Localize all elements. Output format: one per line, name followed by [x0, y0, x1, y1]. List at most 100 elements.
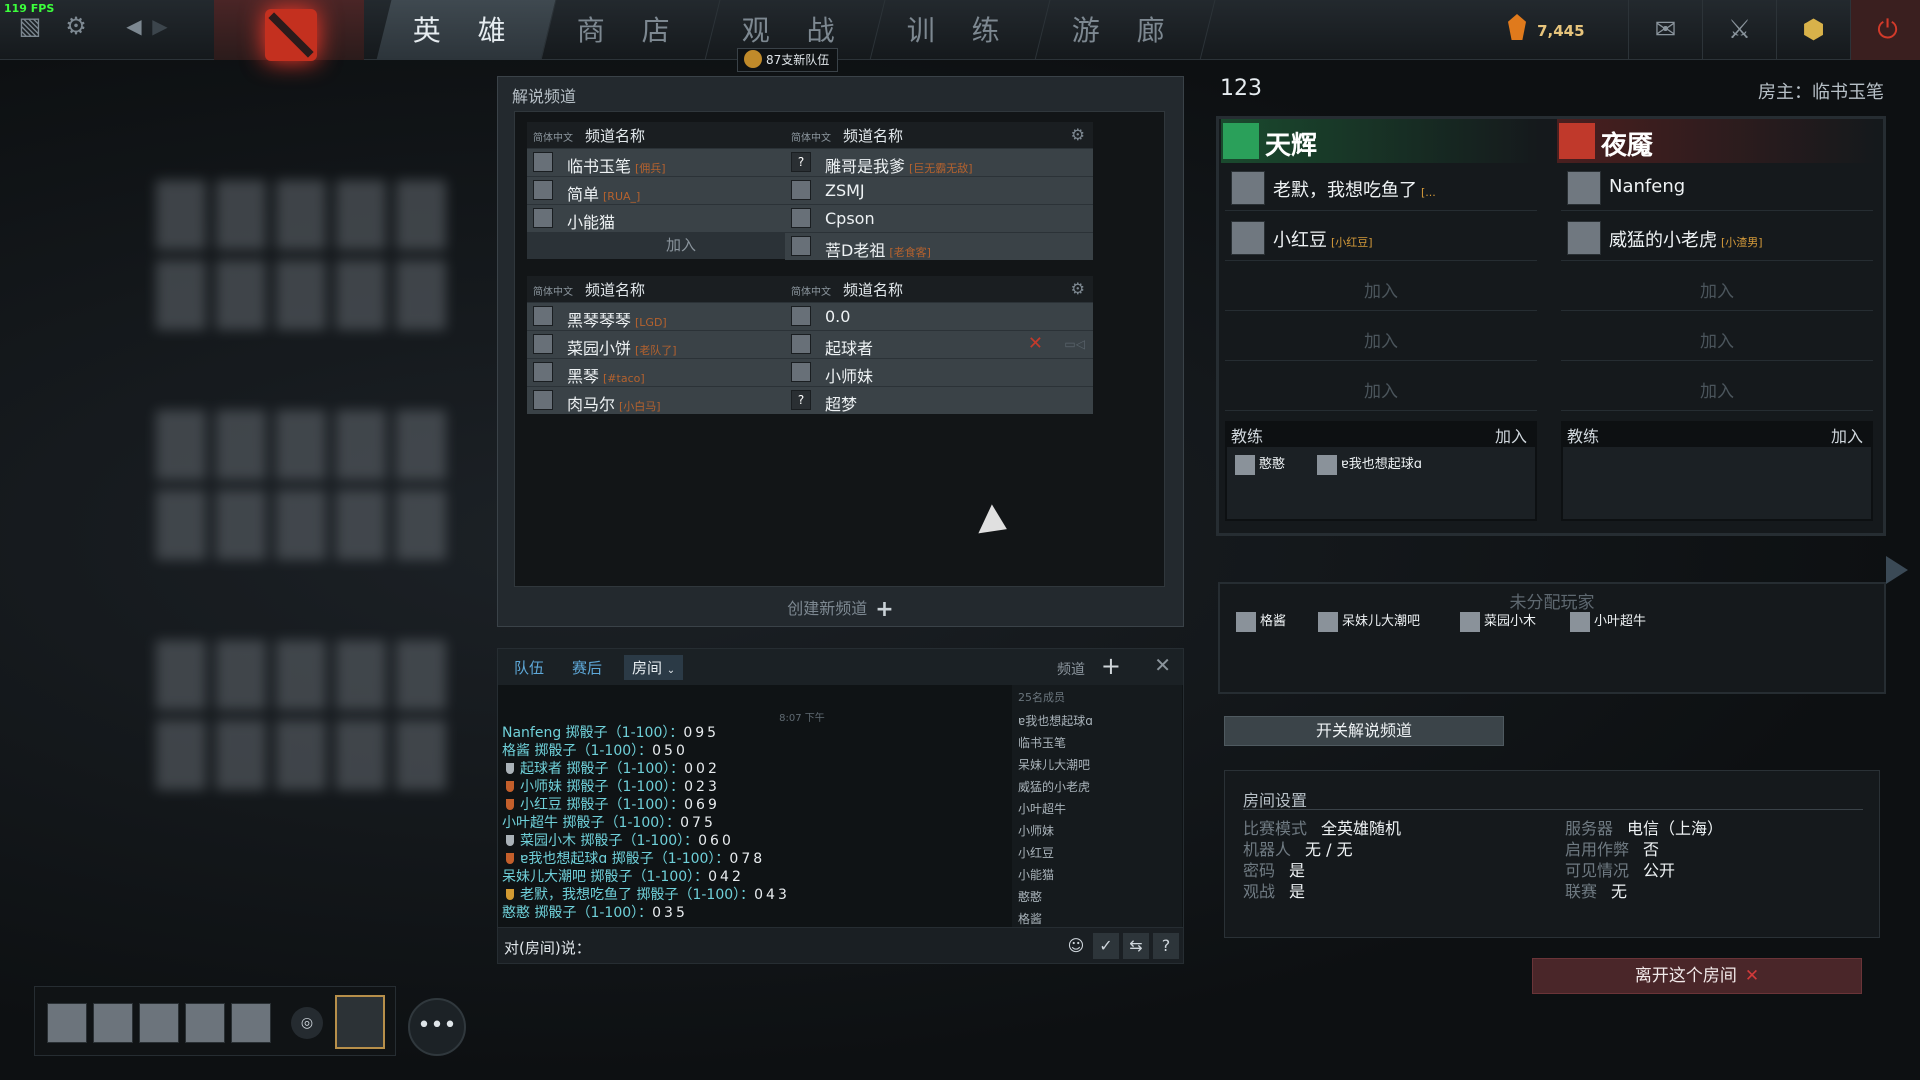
top-bar: 119 FPS ▧ ⚙ ◀ ▶ 英 雄 商 店 观 战 训 练 游 廊 7,44… — [0, 0, 1920, 61]
chat-member[interactable]: 小叶超牛 — [1012, 797, 1182, 819]
chat-member[interactable]: 憨憨 — [1012, 885, 1182, 907]
tab-store[interactable]: 商 店 — [540, 0, 721, 60]
channel-member[interactable]: Cpson — [785, 205, 1093, 232]
help-icon[interactable]: ? — [1153, 933, 1179, 959]
chat-member[interactable]: 临书玉笔 — [1012, 731, 1182, 753]
dire-slot-2[interactable]: 威猛的小老虎 [小渣男] — [1561, 213, 1873, 261]
settings-gear-icon[interactable]: ⚙ — [62, 12, 90, 40]
kick-x-icon[interactable]: ✕ — [1028, 333, 1043, 354]
emoji-icon[interactable]: ☺ — [1063, 933, 1089, 959]
dota-logo[interactable] — [214, 0, 364, 61]
coach-chip[interactable]: 憨憨 — [1231, 453, 1285, 477]
toggle-broadcast-button[interactable]: 开关解说频道 — [1224, 716, 1504, 746]
radiant-slot-4-join[interactable]: 加入 — [1225, 313, 1537, 361]
chat-message: 起球者 掷骰子（1-100）：002 — [502, 760, 1002, 778]
party-avatar[interactable] — [139, 1003, 179, 1043]
leave-lobby-button[interactable]: 离开这个房间 ✕ — [1532, 958, 1862, 994]
unassigned-player[interactable]: 小叶超牛 — [1566, 610, 1646, 634]
unassigned-player[interactable]: 格酱 — [1232, 610, 1286, 634]
broadcast-channel-2: 简体中文 频道名称 ⚙ ? 雕哥是我爹 [巨无霸无敌] ZSMJ Cpson 菩D老… — [785, 122, 1093, 260]
radiant-slot-3-join[interactable]: 加入 — [1225, 263, 1537, 311]
chat-panel: 队伍 赛后 房间 ⌄ 频道 + ✕ 8:07 下午 Nanfeng 掷骰子（1-… — [497, 648, 1184, 964]
chat-member[interactable]: 呆妹儿大潮吧 — [1012, 753, 1182, 775]
chat-member[interactable]: 小能猫 — [1012, 863, 1182, 885]
close-chat-icon[interactable]: ✕ — [1154, 653, 1171, 677]
channel-name[interactable]: 频道名称 — [585, 125, 645, 146]
channel-member[interactable]: ? 雕哥是我爹 [巨无霸无敌] — [785, 149, 1093, 176]
voice-headset-icon[interactable]: ◎ — [291, 1007, 323, 1039]
channel-member[interactable]: 小师妹 — [785, 359, 1093, 386]
tab-arcade[interactable]: 游 廊 — [1035, 0, 1216, 60]
dashboard-icon[interactable]: ▧ — [16, 12, 44, 40]
dire-slot-1[interactable]: Nanfeng — [1561, 163, 1873, 211]
avatar — [533, 390, 553, 410]
chat-messages: 8:07 下午 Nanfeng 掷骰子（1-100）：095 格酱 掷骰子（1-1… — [502, 709, 1002, 922]
channel-member[interactable]: 起球者 ✕ ▭◁ — [785, 331, 1093, 358]
channel-name[interactable]: 频道名称 — [585, 279, 645, 300]
avatar — [1567, 171, 1601, 205]
close-x-icon: ✕ — [1744, 966, 1760, 986]
hero-grid-blurred — [140, 70, 500, 910]
dire-header: 夜魇 — [1557, 119, 1875, 163]
channel-settings-gear-icon[interactable]: ⚙ — [1071, 279, 1085, 298]
channel-member[interactable]: 0.0 — [785, 303, 1093, 330]
tab-learn[interactable]: 训 练 — [870, 0, 1051, 60]
armory-icon[interactable]: ⚔ — [1702, 0, 1776, 60]
send-check-icon[interactable]: ✓ — [1093, 933, 1119, 959]
power-icon[interactable]: ⏻ — [1850, 0, 1920, 60]
radiant-coach-join[interactable]: 加入 — [1495, 423, 1527, 447]
radiant-team: 天辉 老默，我想吃鱼了 [... 小红豆 [小红豆] 加入 加入 加入 教练 加入 憨… — [1221, 119, 1539, 529]
chat-tab-postgame[interactable]: 赛后 — [572, 657, 602, 678]
party-avatar[interactable] — [93, 1003, 133, 1043]
shards-currency[interactable]: 7,445 — [1508, 14, 1585, 40]
chat-tab-lobby[interactable]: 房间 ⌄ — [624, 655, 684, 680]
channel-button[interactable]: 频道 — [1057, 659, 1085, 679]
expand-arrow-icon[interactable] — [1886, 556, 1908, 584]
rank-medal-icon[interactable] — [335, 995, 385, 1049]
unknown-avatar-icon: ? — [791, 390, 811, 410]
channel-member[interactable]: 菩D老祖 [老食客] — [785, 233, 1093, 260]
new-teams-notification[interactable]: 87支新队伍 — [737, 48, 839, 72]
translate-icon[interactable]: ⇆ — [1123, 933, 1149, 959]
tab-heroes[interactable]: 英 雄 — [376, 0, 557, 60]
chat-member[interactable]: 小师妹 — [1012, 819, 1182, 841]
chat-tab-party[interactable]: 队伍 — [514, 657, 544, 678]
team-badge-icon — [744, 50, 762, 68]
radiant-slot-2[interactable]: 小红豆 [小红豆] — [1225, 213, 1537, 261]
channel-header: 简体中文 频道名称 ⚙ — [785, 276, 1093, 302]
party-menu-icon[interactable]: ••• — [408, 998, 466, 1056]
radiant-slot-1[interactable]: 老默，我想吃鱼了 [... — [1225, 163, 1537, 211]
back-arrow-icon[interactable]: ◀ — [120, 12, 148, 40]
coach-chip[interactable]: ɐ我也想起球ɑ — [1313, 453, 1422, 477]
party-avatar[interactable] — [231, 1003, 271, 1043]
avatar — [1231, 221, 1265, 255]
plus-icon[interactable]: ⬢ — [1776, 0, 1850, 60]
dire-slot-3-join[interactable]: 加入 — [1561, 263, 1873, 311]
chat-member[interactable]: 小红豆 — [1012, 841, 1182, 863]
unassigned-player[interactable]: 菜园小木 — [1456, 610, 1536, 634]
add-channel-plus-icon[interactable]: + — [1101, 652, 1121, 680]
avatar — [791, 362, 811, 382]
chat-member[interactable]: ɐ我也想起球ɑ — [1012, 709, 1182, 731]
channel-member[interactable]: ZSMJ — [785, 177, 1093, 204]
chat-input-bar[interactable]: 对(房间)说： ☺ ✓ ⇆ ? — [498, 927, 1183, 963]
unassigned-player[interactable]: 呆妹儿大潮吧 — [1314, 610, 1420, 634]
chat-member[interactable]: 威猛的小老虎 — [1012, 775, 1182, 797]
party-avatar[interactable] — [185, 1003, 225, 1043]
mail-icon[interactable]: ✉ — [1628, 0, 1702, 60]
dire-slot-4-join[interactable]: 加入 — [1561, 313, 1873, 361]
dire-slot-5-join[interactable]: 加入 — [1561, 363, 1873, 411]
channel-settings-gear-icon[interactable]: ⚙ — [1071, 125, 1085, 144]
party-avatar[interactable] — [47, 1003, 87, 1043]
create-channel-button[interactable]: 创建新频道 + — [498, 595, 1183, 622]
chat-member[interactable]: 格酱 — [1012, 907, 1182, 927]
channel-name[interactable]: 频道名称 — [843, 279, 903, 300]
radiant-slot-5-join[interactable]: 加入 — [1225, 363, 1537, 411]
badge-icon — [506, 781, 514, 792]
channel-member[interactable]: ? 超梦 — [785, 387, 1093, 414]
camera-icon[interactable]: ▭◁ — [1064, 337, 1085, 351]
dire-coach-join[interactable]: 加入 — [1831, 423, 1863, 447]
channel-name[interactable]: 频道名称 — [843, 125, 903, 146]
forward-arrow-icon[interactable]: ▶ — [146, 12, 174, 40]
panel-title: 解说频道 — [512, 87, 577, 106]
